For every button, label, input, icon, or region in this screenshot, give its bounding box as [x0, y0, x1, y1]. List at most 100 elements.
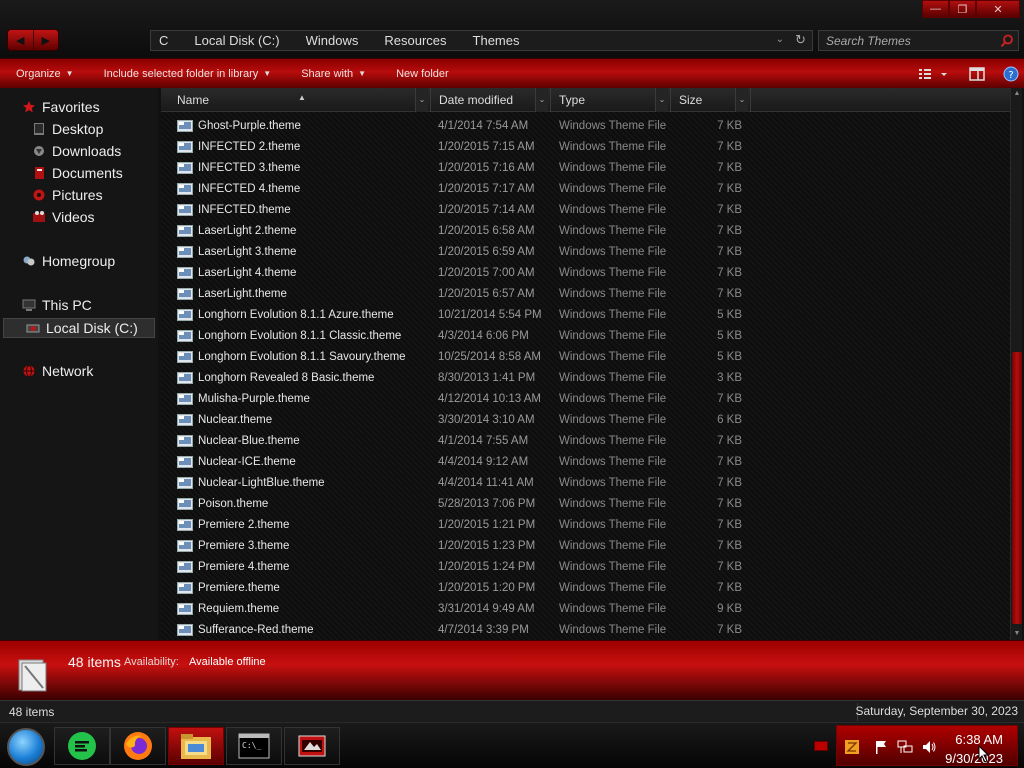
preview-pane-button[interactable]: [964, 61, 990, 87]
nav-videos[interactable]: Videos: [32, 209, 95, 225]
file-name-cell[interactable]: INFECTED 4.theme: [161, 182, 422, 195]
column-name[interactable]: ▲ Name ⌄: [161, 88, 431, 112]
file-name-cell[interactable]: Longhorn Evolution 8.1.1 Savoury.theme: [161, 350, 422, 363]
refresh-icon[interactable]: ↻: [795, 32, 806, 48]
minimize-button[interactable]: —: [922, 0, 949, 18]
nav-this-pc[interactable]: This PC: [22, 297, 92, 313]
file-row[interactable]: Sufferance-Red.theme 4/7/2014 3:39 PM Wind…: [161, 619, 1010, 640]
column-size[interactable]: Size ⌄: [671, 88, 751, 112]
taskbar-app-firefox[interactable]: [110, 727, 166, 765]
file-row[interactable]: INFECTED 3.theme 1/20/2015 7:16 AM Windows…: [161, 157, 1010, 178]
scroll-up-button[interactable]: ▲: [1011, 88, 1023, 100]
file-name-cell[interactable]: INFECTED 2.theme: [161, 140, 422, 153]
taskbar-app-file-explorer[interactable]: [168, 727, 224, 765]
file-name-cell[interactable]: Longhorn Revealed 8 Basic.theme: [161, 371, 422, 384]
taskbar-app-theme-tool[interactable]: [284, 727, 340, 765]
tray-app-icon[interactable]: [844, 739, 860, 755]
nav-local-disk[interactable]: Local Disk (C:): [3, 318, 155, 338]
column-date[interactable]: Date modified ⌄: [431, 88, 551, 112]
breadcrumb-local-disk[interactable]: Local Disk (C:): [181, 33, 292, 48]
file-row[interactable]: Premiere 2.theme 1/20/2015 1:21 PM Windows…: [161, 514, 1010, 535]
share-with-button[interactable]: Share with ▼: [293, 68, 374, 80]
organize-button[interactable]: Organize ▼: [8, 68, 82, 80]
show-desktop-indicator[interactable]: [814, 741, 828, 751]
column-type[interactable]: Type ⌄: [551, 88, 671, 112]
volume-icon[interactable]: [921, 739, 937, 755]
forward-button[interactable]: ▶: [34, 30, 59, 50]
address-bar[interactable]: C Local Disk (C:) Windows Resources Them…: [150, 30, 813, 51]
file-row[interactable]: LaserLight 4.theme 1/20/2015 7:00 AM Windo…: [161, 262, 1010, 283]
vertical-scrollbar[interactable]: ▲ ▼: [1010, 88, 1022, 640]
file-name-cell[interactable]: LaserLight 4.theme: [161, 266, 422, 279]
file-row[interactable]: LaserLight 3.theme 1/20/2015 6:59 AM Windo…: [161, 241, 1010, 262]
file-row[interactable]: LaserLight 2.theme 1/20/2015 6:58 AM Windo…: [161, 220, 1010, 241]
file-name-cell[interactable]: Premiere.theme: [161, 581, 422, 594]
column-name-dropdown[interactable]: ⌄: [415, 88, 428, 112]
search-input[interactable]: Search Themes: [818, 30, 1019, 51]
nav-homegroup[interactable]: Homegroup: [22, 253, 115, 269]
nav-favorites[interactable]: Favorites: [22, 99, 100, 115]
nav-pictures[interactable]: Pictures: [32, 187, 103, 203]
start-button[interactable]: [7, 728, 45, 766]
file-row[interactable]: Nuclear-LightBlue.theme 4/4/2014 11:41 AM…: [161, 472, 1010, 493]
action-center-flag-icon[interactable]: [873, 739, 889, 755]
address-history-dropdown[interactable]: ⌄: [776, 34, 784, 45]
file-name-cell[interactable]: LaserLight 2.theme: [161, 224, 422, 237]
file-name-cell[interactable]: INFECTED.theme: [161, 203, 422, 216]
nav-network[interactable]: Network: [22, 363, 93, 379]
file-name-cell[interactable]: Sufferance-Red.theme: [161, 623, 422, 636]
file-row[interactable]: Longhorn Evolution 8.1.1 Savoury.theme 10…: [161, 346, 1010, 367]
file-row[interactable]: Premiere.theme 1/20/2015 1:20 PM Windows T…: [161, 577, 1010, 598]
file-name-cell[interactable]: Nuclear.theme: [161, 413, 422, 426]
file-row[interactable]: Longhorn Revealed 8 Basic.theme 8/30/2013…: [161, 367, 1010, 388]
maximize-button[interactable]: ❐: [949, 0, 976, 18]
file-name-cell[interactable]: LaserLight 3.theme: [161, 245, 422, 258]
file-row[interactable]: INFECTED 4.theme 1/20/2015 7:17 AM Windows…: [161, 178, 1010, 199]
file-name-cell[interactable]: Nuclear-LightBlue.theme: [161, 476, 422, 489]
nav-desktop[interactable]: Desktop: [32, 121, 103, 137]
taskbar-clock[interactable]: 6:38 AM 9/30/2023: [945, 730, 1003, 768]
breadcrumb-partial[interactable]: C: [151, 33, 181, 48]
help-button[interactable]: ?: [998, 61, 1024, 87]
breadcrumb-resources[interactable]: Resources: [371, 33, 459, 48]
search-icon[interactable]: [1000, 34, 1014, 48]
taskbar-app-terminal[interactable]: C:\_: [226, 727, 282, 765]
new-folder-button[interactable]: New folder: [388, 68, 457, 80]
change-view-button[interactable]: [912, 61, 952, 87]
file-row[interactable]: Premiere 3.theme 1/20/2015 1:23 PM Windows…: [161, 535, 1010, 556]
file-row[interactable]: Nuclear-Blue.theme 4/1/2014 7:55 AM Window…: [161, 430, 1010, 451]
file-row[interactable]: Ghost-Purple.theme 4/1/2014 7:54 AM Window…: [161, 115, 1010, 136]
file-row[interactable]: Longhorn Evolution 8.1.1 Azure.theme 10/2…: [161, 304, 1010, 325]
file-name-cell[interactable]: Longhorn Evolution 8.1.1 Classic.theme: [161, 329, 422, 342]
file-name-cell[interactable]: Premiere 4.theme: [161, 560, 422, 573]
back-button[interactable]: ◀: [8, 30, 34, 50]
file-row[interactable]: Poison.theme 5/28/2013 7:06 PM Windows The…: [161, 493, 1010, 514]
file-name-cell[interactable]: Poison.theme: [161, 497, 422, 510]
nav-documents[interactable]: Documents: [32, 165, 123, 181]
file-name-cell[interactable]: LaserLight.theme: [161, 287, 422, 300]
breadcrumb-windows[interactable]: Windows: [293, 33, 372, 48]
nav-downloads[interactable]: Downloads: [32, 143, 121, 159]
column-type-dropdown[interactable]: ⌄: [655, 88, 668, 112]
include-in-library-button[interactable]: Include selected folder in library ▼: [96, 68, 280, 80]
file-name-cell[interactable]: Premiere 2.theme: [161, 518, 422, 531]
file-row[interactable]: Requiem.theme 3/31/2014 9:49 AM Windows Th…: [161, 598, 1010, 619]
file-row[interactable]: INFECTED.theme 1/20/2015 7:14 AM Windows T…: [161, 199, 1010, 220]
file-row[interactable]: Mulisha-Purple.theme 4/12/2014 10:13 AM Wi…: [161, 388, 1010, 409]
file-row[interactable]: LaserLight.theme 1/20/2015 6:57 AM Windows…: [161, 283, 1010, 304]
file-row[interactable]: Longhorn Evolution 8.1.1 Classic.theme 4/…: [161, 325, 1010, 346]
breadcrumb-themes[interactable]: Themes: [460, 33, 533, 48]
column-size-dropdown[interactable]: ⌄: [735, 88, 748, 112]
file-row[interactable]: Premiere 4.theme 1/20/2015 1:24 PM Windows…: [161, 556, 1010, 577]
file-row[interactable]: Nuclear-ICE.theme 4/4/2014 9:12 AM Windows…: [161, 451, 1010, 472]
file-name-cell[interactable]: Nuclear-ICE.theme: [161, 455, 422, 468]
file-name-cell[interactable]: Nuclear-Blue.theme: [161, 434, 422, 447]
file-name-cell[interactable]: Premiere 3.theme: [161, 539, 422, 552]
file-name-cell[interactable]: Longhorn Evolution 8.1.1 Azure.theme: [161, 308, 422, 321]
file-row[interactable]: INFECTED 2.theme 1/20/2015 7:15 AM Windows…: [161, 136, 1010, 157]
close-button[interactable]: ✕: [976, 0, 1020, 18]
file-name-cell[interactable]: Mulisha-Purple.theme: [161, 392, 422, 405]
taskbar-app-messenger[interactable]: [54, 727, 110, 765]
file-row[interactable]: Nuclear.theme 3/30/2014 3:10 AM Windows Th…: [161, 409, 1010, 430]
scroll-down-button[interactable]: ▼: [1011, 628, 1023, 640]
